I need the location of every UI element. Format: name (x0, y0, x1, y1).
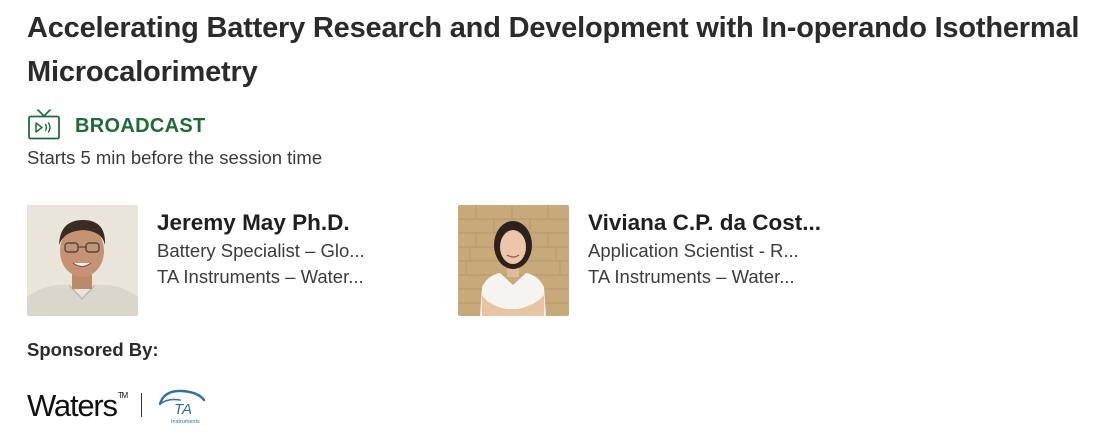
speaker-card-viviana-da-costa[interactable]: Viviana C.P. da Cost... Application Scie… (458, 205, 821, 316)
start-time-note: Starts 5 min before the session time (27, 147, 323, 168)
logo-divider (140, 393, 143, 417)
speaker-name: Viviana C.P. da Cost... (588, 210, 822, 235)
svg-text:TA: TA (174, 401, 192, 418)
svg-text:Instruments: Instruments (171, 419, 200, 425)
broadcast-badge: BROADCAST (27, 102, 205, 146)
speaker-photo (458, 205, 569, 316)
waters-logo: WatersTM (27, 387, 128, 423)
speaker-role: Application Scientist - R... (588, 240, 799, 261)
broadcast-label: BROADCAST (75, 114, 206, 137)
speaker-role: Battery Specialist – Glo... (157, 240, 365, 261)
sponsored-by-heading: Sponsored By: (27, 339, 159, 360)
tv-broadcast-icon (28, 108, 60, 139)
speaker-name: Jeremy May Ph.D. (157, 210, 350, 235)
ta-instruments-logo: TA Instruments (159, 389, 206, 425)
session-title: Accelerating Battery Research and Develo… (27, 12, 1080, 88)
sponsor-logos[interactable]: WatersTM TA Instruments (27, 384, 208, 426)
speaker-company: TA Instruments – Water... (157, 266, 364, 287)
speaker-card-jeremy-may[interactable]: Jeremy May Ph.D. Battery Specialist – Gl… (27, 205, 365, 316)
speaker-company: TA Instruments – Water... (588, 266, 795, 287)
speaker-photo (27, 205, 138, 316)
